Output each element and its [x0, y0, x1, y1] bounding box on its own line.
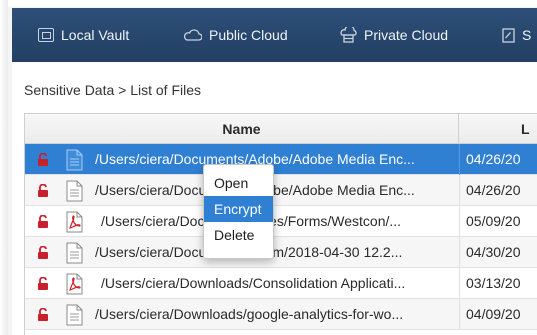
nav-private-cloud-label: Private Cloud	[364, 27, 449, 43]
file-path: /Users/ciera/Downloads/Consolidation App…	[101, 275, 406, 291]
context-menu-encrypt[interactable]: Encrypt	[204, 196, 273, 222]
table-header: Name L	[25, 114, 537, 144]
context-menu-delete[interactable]: Delete	[204, 222, 273, 248]
vault-icon	[38, 28, 54, 42]
file-path: /Users/ciera/Documents/Files/Forms/Westc…	[101, 206, 465, 237]
column-separator	[459, 237, 460, 268]
file-path: /Users/ciera/Documents/Adobe/Adobe Media…	[95, 182, 415, 198]
table-row[interactable]: /Users/ciera/Documents/Adobe/Adobe Media…	[25, 175, 537, 206]
table-row[interactable]: /Users/ciera/Downloads/Consolidation App…	[25, 268, 537, 299]
file-date: 04/30/20	[466, 244, 521, 260]
top-navigation-bar: Local Vault Public Cloud Private Cloud S	[12, 8, 537, 62]
nav-public-cloud-label: Public Cloud	[209, 27, 288, 43]
column-separator	[459, 299, 460, 330]
file-path: /Users/ciera/Documents/Zoom/2018-04-30 1…	[95, 244, 403, 260]
document-file-icon	[66, 180, 83, 202]
table-row[interactable]: /Users/ciera/Documents/Adobe/Adobe Media…	[25, 144, 537, 175]
nav-local-vault[interactable]: Local Vault	[38, 8, 129, 62]
unlocked-padlock-icon	[38, 277, 48, 290]
context-menu-open[interactable]: Open	[204, 170, 273, 196]
nav-local-vault-label: Local Vault	[61, 27, 130, 43]
file-date: 04/26/20	[466, 151, 521, 167]
private-cloud-icon	[340, 27, 357, 43]
table-row[interactable]: /Users/ciera/Downloads/google-analytics-…	[25, 299, 537, 330]
unlocked-padlock-icon	[38, 246, 48, 259]
nav-item-partial-label: S	[522, 27, 532, 43]
file-path: /Users/ciera/Downloads/google-analytics-…	[95, 306, 404, 322]
column-separator	[459, 268, 460, 299]
column-header-last-modified[interactable]: L	[459, 114, 537, 144]
breadcrumb: Sensitive Data > List of Files	[24, 82, 202, 98]
column-separator	[459, 175, 460, 206]
window-top-edge	[0, 0, 537, 7]
cloud-icon	[184, 29, 202, 41]
nav-item-partial[interactable]: S	[502, 8, 531, 62]
unlocked-padlock-icon	[38, 215, 48, 228]
table-row[interactable]: /Users/ciera/Documents/Zoom/2018-04-30 1…	[25, 237, 537, 268]
document-icon	[502, 27, 515, 43]
pdf-file-icon	[66, 273, 83, 295]
file-table: Name L /Users/ciera/Documents/Adobe/Adob…	[24, 113, 537, 335]
table-row[interactable]: /Users/ciera/Documents/Files/Forms/Westc…	[25, 206, 537, 237]
unlocked-padlock-icon	[38, 184, 48, 197]
document-file-icon	[66, 304, 83, 326]
nav-public-cloud[interactable]: Public Cloud	[184, 8, 288, 62]
file-date: 03/13/20	[466, 275, 521, 291]
app-window: Local Vault Public Cloud Private Cloud S…	[0, 0, 537, 335]
context-menu: Open Encrypt Delete	[203, 164, 274, 259]
pdf-file-icon	[66, 211, 83, 233]
column-separator	[459, 206, 460, 237]
unlocked-padlock-icon	[38, 308, 48, 321]
document-file-icon	[66, 242, 83, 264]
file-date: 04/09/20	[466, 306, 521, 322]
document-file-icon	[66, 149, 83, 171]
column-header-name[interactable]: Name	[25, 114, 459, 144]
unlocked-padlock-icon	[38, 153, 48, 166]
file-path: /Users/ciera/Documents/Adobe/Adobe Media…	[95, 151, 415, 167]
window-left-edge	[0, 0, 8, 335]
file-date: 04/26/20	[466, 182, 521, 198]
file-date: 05/09/20	[466, 213, 521, 229]
nav-private-cloud[interactable]: Private Cloud	[340, 8, 448, 62]
column-separator	[459, 144, 460, 175]
